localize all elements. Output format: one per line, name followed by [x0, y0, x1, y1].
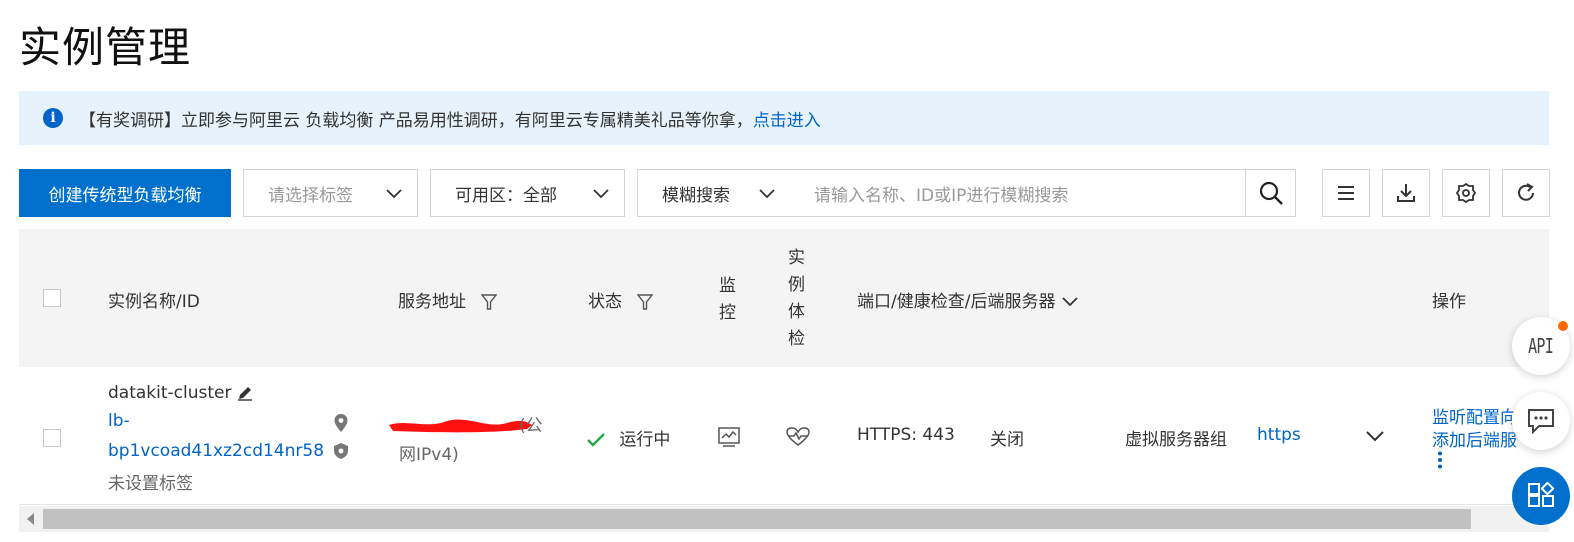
- header-inspection: 实 例 体 检: [788, 245, 805, 353]
- settings-button[interactable]: [1442, 169, 1490, 217]
- zone-select[interactable]: 可用区： 全部: [430, 169, 625, 217]
- select-all-checkbox[interactable]: [43, 289, 61, 307]
- zone-value: 全部: [523, 185, 557, 206]
- header-address-label: 服务地址: [398, 292, 466, 312]
- monitor-chart-icon[interactable]: [718, 427, 740, 447]
- instance-name-text: datakit-cluster: [108, 383, 232, 403]
- search-icon: [1259, 181, 1283, 205]
- refresh-button[interactable]: [1502, 169, 1550, 217]
- notice-link[interactable]: 点击进入: [753, 106, 821, 131]
- instance-tag: 未设置标签: [108, 474, 193, 494]
- header-inspection-char: 体: [788, 302, 805, 322]
- gear-icon: [1456, 183, 1476, 203]
- search-placeholder: 请输入名称、ID或IP进行模糊搜索: [814, 185, 1069, 206]
- header-address[interactable]: 服务地址: [398, 287, 498, 312]
- table-header: 实例名称/ID 服务地址 状态 监 控 实 例 体 检 端口/健康检查/后端服务…: [19, 229, 1549, 367]
- api-label: API: [1528, 334, 1555, 358]
- more-vertical-icon[interactable]: [1437, 451, 1443, 469]
- create-clb-button[interactable]: 创建传统型负载均衡: [19, 169, 231, 217]
- download-icon: [1397, 184, 1415, 202]
- location-pin-icon: [334, 414, 348, 432]
- backend-server-type: 虚拟服务器组: [1125, 430, 1227, 450]
- header-actions: 操作: [1432, 292, 1466, 312]
- tag-select-placeholder: 请选择标签: [268, 185, 353, 206]
- instance-name: datakit-cluster: [108, 383, 253, 403]
- shield-icon: [334, 443, 348, 459]
- header-port-label: 端口/健康检查/后端服务器: [857, 292, 1056, 312]
- address-type: 网IPv4): [399, 445, 459, 465]
- info-icon: i: [43, 108, 63, 128]
- notification-dot: [1558, 321, 1568, 331]
- status-badge: 运行中: [586, 425, 670, 450]
- search-mode-select[interactable]: 模糊搜索: [637, 169, 791, 217]
- listener-port: HTTPS: 443: [857, 425, 955, 445]
- listener-config-link[interactable]: 监听配置向: [1432, 403, 1522, 428]
- header-status[interactable]: 状态: [588, 287, 654, 312]
- list-icon: [1338, 186, 1354, 200]
- feedback-float-button[interactable]: [1512, 392, 1570, 450]
- address-suffix: (公: [519, 416, 543, 436]
- refresh-icon: [1518, 183, 1534, 201]
- header-inspection-char: 实: [788, 248, 805, 268]
- header-inspection-char: 检: [788, 329, 805, 349]
- header-monitor: 监 控: [719, 273, 736, 327]
- add-backend-link[interactable]: 添加后端服: [1432, 426, 1522, 451]
- backend-protocol-link[interactable]: https: [1257, 425, 1301, 445]
- row-checkbox[interactable]: [43, 429, 61, 447]
- header-status-label: 状态: [588, 292, 622, 312]
- zone-label: 可用区：: [455, 185, 523, 206]
- search-input[interactable]: 请输入名称、ID或IP进行模糊搜索: [790, 169, 1247, 217]
- instance-id-prefix[interactable]: lb-: [108, 411, 130, 431]
- scroll-left-arrow-icon[interactable]: [27, 513, 34, 525]
- header-monitor-char: 控: [719, 303, 736, 323]
- health-check-status: 关闭: [990, 430, 1024, 450]
- heartbeat-icon[interactable]: [786, 427, 810, 447]
- redaction-scribble: [389, 419, 532, 433]
- chat-icon: [1528, 409, 1554, 434]
- header-name: 实例名称/ID: [108, 292, 200, 312]
- chevron-down-icon: [386, 189, 402, 199]
- toolbar: 创建传统型负载均衡 请选择标签 可用区： 全部 模糊搜索 请输入名称、ID或IP…: [19, 169, 1550, 217]
- service-address: (公: [387, 411, 547, 436]
- header-monitor-char: 监: [719, 276, 736, 296]
- survey-notice: i 【有奖调研】立即参与阿里云 负载均衡 产品易用性调研，有阿里云专属精美礼品等…: [19, 91, 1549, 145]
- chevron-down-icon: [759, 189, 775, 199]
- checkmark-icon: [587, 433, 605, 447]
- tag-select[interactable]: 请选择标签: [243, 169, 418, 217]
- notice-text: 【有奖调研】立即参与阿里云 负载均衡 产品易用性调研，有阿里云专属精美礼品等你拿…: [79, 110, 753, 131]
- expand-chevron-icon[interactable]: [1365, 429, 1385, 443]
- header-port[interactable]: 端口/健康检查/后端服务器: [857, 287, 1079, 312]
- scroll-thumb[interactable]: [43, 509, 1471, 529]
- filter-icon[interactable]: [637, 293, 654, 311]
- filter-icon[interactable]: [481, 293, 498, 311]
- apps-float-button[interactable]: [1512, 467, 1570, 525]
- search-button[interactable]: [1245, 169, 1296, 217]
- edit-icon[interactable]: [237, 385, 253, 401]
- header-inspection-char: 例: [788, 275, 805, 295]
- chevron-down-icon: [1062, 297, 1078, 307]
- list-view-button[interactable]: [1322, 169, 1370, 217]
- instance-id[interactable]: bp1vcoad41xz2cd14nr58: [108, 441, 324, 461]
- download-button[interactable]: [1382, 169, 1430, 217]
- apps-grid-icon: [1528, 482, 1555, 507]
- status-text: 运行中: [619, 430, 671, 450]
- table-row: datakit-cluster lb- bp1vcoad41xz2cd14nr5…: [19, 367, 1549, 505]
- page-title: 实例管理: [19, 23, 192, 72]
- horizontal-scrollbar[interactable]: [19, 506, 1549, 532]
- search-mode-label: 模糊搜索: [662, 185, 730, 206]
- chevron-down-icon: [593, 189, 609, 199]
